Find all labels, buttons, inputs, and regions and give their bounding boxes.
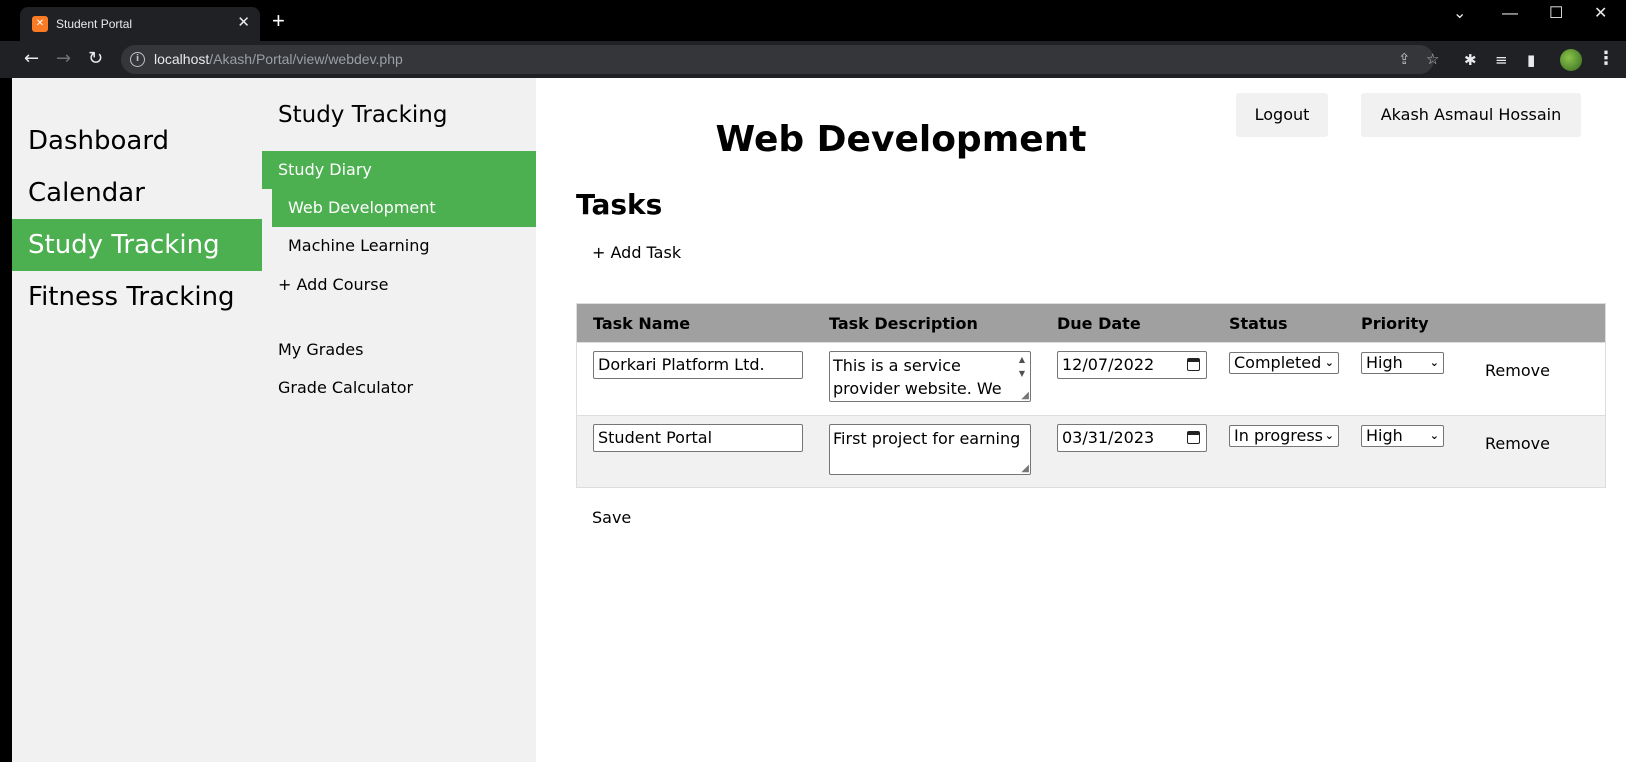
save-button[interactable]: Save <box>592 508 631 528</box>
table-row: Student Portal First project for earning… <box>577 415 1605 487</box>
remove-task-button[interactable]: Remove <box>1485 434 1550 454</box>
user-profile-button[interactable]: Akash Asmaul Hossain <box>1361 93 1581 137</box>
task-description-textarea[interactable]: This is a service provider website. We ▲… <box>829 351 1031 402</box>
url-text[interactable]: localhost/Akash/Portal/view/webdev.php <box>154 51 403 68</box>
minimize-icon[interactable]: — <box>1502 4 1518 24</box>
browser-menu-icon[interactable]: ⋮ <box>1597 48 1615 70</box>
study-tracking-subnav: Study Tracking Study Diary Web Developme… <box>262 78 536 762</box>
forward-arrow-icon[interactable]: → <box>56 49 71 69</box>
due-date-value: 12/07/2022 <box>1062 355 1155 374</box>
site-info-icon[interactable]: i <box>130 52 145 67</box>
status-select[interactable]: Completed ⌄ <box>1229 352 1339 374</box>
sidebar-item-dashboard[interactable]: Dashboard <box>12 115 262 167</box>
remove-task-button[interactable]: Remove <box>1485 361 1550 381</box>
subnav-title: Study Tracking <box>278 102 448 128</box>
browser-toolbar: ← → ↻ i localhost/Akash/Portal/view/webd… <box>0 41 1626 78</box>
tab-title: Student Portal <box>56 17 133 31</box>
address-bar[interactable]: i localhost/Akash/Portal/view/webdev.php… <box>121 45 1439 74</box>
column-header: Priority <box>1361 314 1429 333</box>
side-panel-icon[interactable]: ▮ <box>1527 51 1535 69</box>
grade-calculator-link[interactable]: Grade Calculator <box>278 378 413 398</box>
calendar-icon[interactable] <box>1187 431 1200 444</box>
chevron-down-icon: ⌄ <box>1429 429 1439 442</box>
task-description-textarea[interactable]: First project for earning ◢ <box>829 424 1031 475</box>
task-description-text: First project for earning <box>833 429 1021 448</box>
extensions-puzzle-icon[interactable]: ✱ <box>1464 51 1477 69</box>
priority-select[interactable]: High ⌄ <box>1361 425 1444 447</box>
study-diary-label: Study Diary <box>278 160 372 179</box>
share-icon[interactable]: ⇪ <box>1398 50 1411 68</box>
priority-value: High <box>1366 426 1403 445</box>
page-title: Web Development <box>715 119 1087 160</box>
main-sidebar: Dashboard Calendar Study Tracking Fitnes… <box>12 78 262 762</box>
new-tab-plus-icon[interactable]: + <box>272 10 285 32</box>
browser-titlebar: ✕ Student Portal ✕ + ⌄ — ☐ ✕ <box>0 0 1626 41</box>
course-label: Web Development <box>288 198 436 217</box>
add-task-button[interactable]: + Add Task <box>592 242 681 264</box>
back-arrow-icon[interactable]: ← <box>24 49 39 69</box>
due-date-value: 03/31/2023 <box>1062 428 1155 447</box>
due-date-input[interactable]: 03/31/2023 <box>1057 424 1207 452</box>
main-content: Logout Akash Asmaul Hossain Web Developm… <box>536 78 1626 762</box>
chevron-down-icon: ⌄ <box>1324 429 1334 442</box>
column-header: Status <box>1229 314 1288 333</box>
profile-avatar-icon[interactable] <box>1560 49 1582 71</box>
priority-select[interactable]: High ⌄ <box>1361 352 1444 374</box>
study-diary-link[interactable]: Study Diary <box>262 151 536 189</box>
bookmark-star-icon[interactable]: ☆ <box>1426 50 1439 68</box>
status-select[interactable]: In progress ⌄ <box>1229 425 1339 447</box>
my-grades-link[interactable]: My Grades <box>278 340 363 360</box>
xampp-favicon-icon: ✕ <box>32 16 48 32</box>
sidebar-item-study-tracking[interactable]: Study Tracking <box>12 219 262 271</box>
calendar-icon[interactable] <box>1187 358 1200 371</box>
reload-icon[interactable]: ↻ <box>88 49 103 69</box>
reading-list-icon[interactable]: ≡ <box>1495 51 1508 69</box>
table-header: Task Name Task Description Due Date Stat… <box>577 304 1605 342</box>
table-row: Dorkari Platform Ltd. This is a service … <box>577 342 1605 415</box>
priority-value: High <box>1366 353 1403 372</box>
add-course-link[interactable]: + Add Course <box>278 275 388 295</box>
status-value: Completed <box>1234 353 1322 372</box>
browser-tab[interactable]: ✕ Student Portal ✕ <box>20 7 260 41</box>
status-value: In progress <box>1234 426 1324 445</box>
sidebar-item-fitness-tracking[interactable]: Fitness Tracking <box>12 271 262 323</box>
course-item-machine-learning[interactable]: Machine Learning <box>288 236 430 256</box>
task-description-text: This is a service provider website. We <box>833 356 1002 398</box>
tasks-heading: Tasks <box>576 188 663 221</box>
chevron-down-icon: ⌄ <box>1324 356 1334 369</box>
column-header: Task Name <box>593 314 691 333</box>
chevron-down-icon: ⌄ <box>1429 356 1439 369</box>
column-header: Due Date <box>1057 314 1141 333</box>
resize-grip-icon[interactable]: ◢ <box>1021 391 1029 401</box>
column-header: Task Description <box>829 314 978 333</box>
page: Dashboard Calendar Study Tracking Fitnes… <box>12 78 1626 762</box>
due-date-input[interactable]: 12/07/2022 <box>1057 351 1207 379</box>
tasks-table: Task Name Task Description Due Date Stat… <box>576 303 1606 488</box>
task-name-input[interactable]: Student Portal <box>593 424 803 452</box>
task-name-input[interactable]: Dorkari Platform Ltd. <box>593 351 803 379</box>
tab-search-chevron-icon[interactable]: ⌄ <box>1453 4 1466 24</box>
resize-grip-icon[interactable]: ◢ <box>1021 464 1029 474</box>
sidebar-item-calendar[interactable]: Calendar <box>12 167 262 219</box>
course-item-web-development[interactable]: Web Development <box>272 189 536 227</box>
tab-close-icon[interactable]: ✕ <box>237 14 250 32</box>
maximize-icon[interactable]: ☐ <box>1549 4 1563 24</box>
window-close-icon[interactable]: ✕ <box>1594 4 1607 24</box>
